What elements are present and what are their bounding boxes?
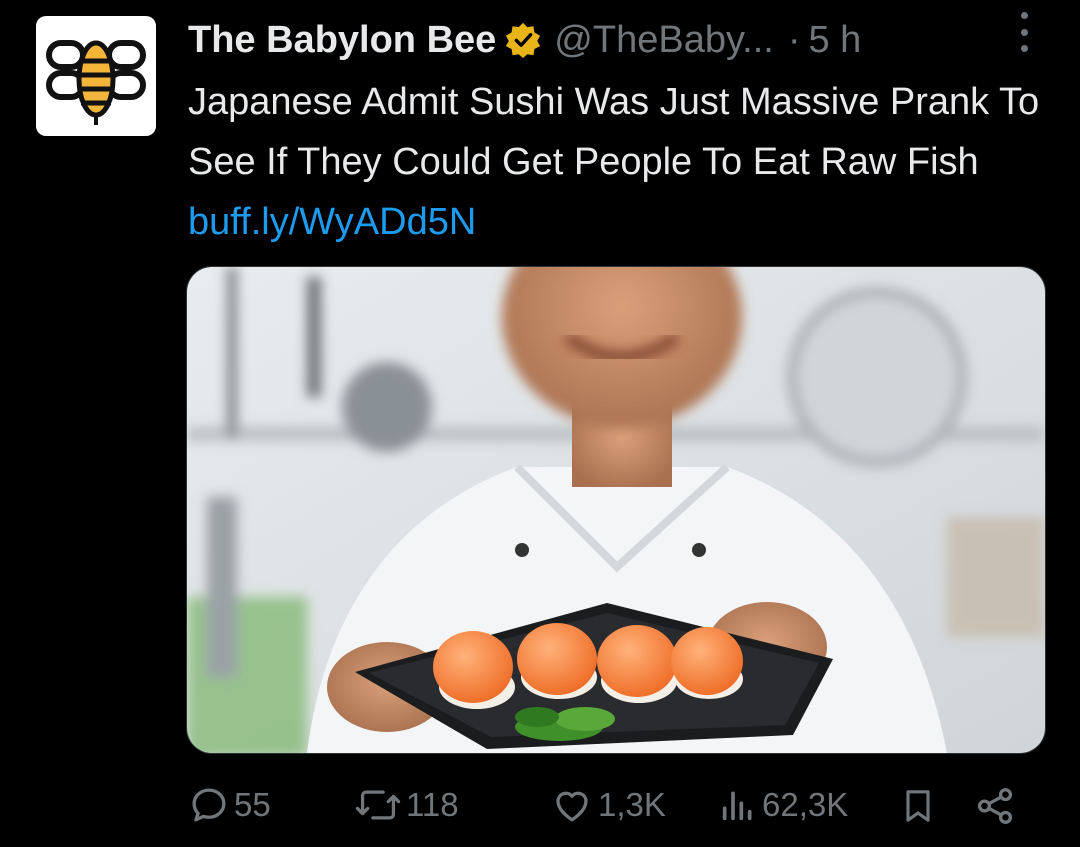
avatar[interactable] [36, 16, 156, 136]
like-button[interactable]: 1,3K [550, 784, 666, 826]
like-count: 1,3K [598, 786, 666, 823]
share-icon [977, 788, 1013, 824]
timestamp[interactable]: 5 h [808, 19, 861, 62]
tweet-actions: 55 118 1,3K 62,3K [186, 776, 1026, 836]
views-icon [722, 791, 752, 821]
heart-icon [556, 791, 588, 822]
tweet-media-image[interactable] [186, 266, 1046, 754]
handle[interactable]: @TheBaby... [554, 19, 774, 62]
repost-button[interactable]: 118 [354, 784, 459, 826]
verified-badge-icon[interactable] [504, 21, 542, 59]
tweet-body: Japanese Admit Sushi Was Just Massive Pr… [188, 81, 1040, 183]
reply-count: 55 [234, 786, 271, 823]
tweet-link[interactable]: buff.ly/WyADd5N [188, 201, 476, 243]
views-count: 62,3K [762, 786, 849, 823]
tweet-header: The Babylon Bee @TheBaby... · 5 h [188, 12, 1056, 68]
reply-button[interactable]: 55 [188, 784, 271, 826]
chef-sushi-photo-icon [187, 267, 1045, 753]
repost-icon [355, 790, 401, 820]
views-button[interactable]: 62,3K [718, 784, 848, 826]
repost-count: 118 [406, 786, 459, 823]
tweet-text: Japanese Admit Sushi Was Just Massive Pr… [188, 72, 1048, 252]
share-button[interactable] [974, 784, 1016, 828]
babylon-bee-logo-icon [46, 40, 146, 125]
reply-icon [192, 788, 226, 822]
bookmark-icon [906, 790, 930, 822]
separator-dot: · [787, 18, 801, 61]
display-name[interactable]: The Babylon Bee [188, 19, 496, 62]
more-vertical-icon[interactable] [1014, 12, 1034, 52]
bookmark-button[interactable] [898, 784, 938, 828]
